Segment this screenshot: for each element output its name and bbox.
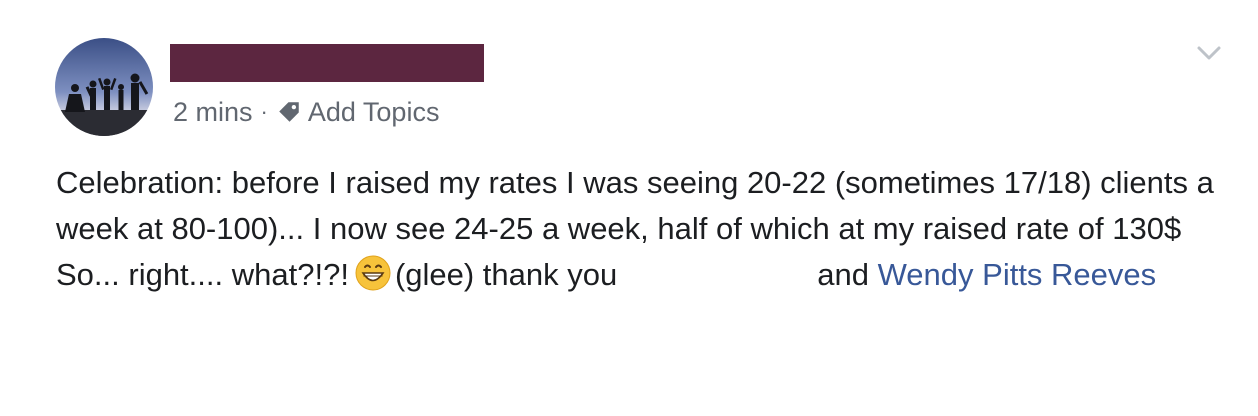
- post-body: Celebration: before I raised my rates I …: [56, 160, 1231, 298]
- post-text-segment: (glee) thank you: [394, 257, 618, 292]
- tag-icon[interactable]: [276, 99, 302, 125]
- meta-separator: ·: [260, 99, 268, 124]
- chevron-down-icon[interactable]: [1194, 42, 1224, 64]
- mention-link[interactable]: Wendy Pitts Reeves: [878, 257, 1157, 292]
- post-card: 2 mins · Add Topics Celebration: before …: [0, 0, 1258, 416]
- add-topics-link[interactable]: Add Topics: [308, 97, 440, 128]
- post-text-segment: and: [817, 257, 869, 292]
- author-name-redacted[interactable]: [170, 44, 484, 82]
- post-text-paragraph-2: So... right.... what?!?! (glee) thank yo…: [56, 252, 1231, 298]
- post-timestamp[interactable]: 2 mins: [173, 97, 253, 128]
- post-text-segment: So... right.... what?!?!: [56, 257, 349, 292]
- post-text-paragraph-1: Celebration: before I raised my rates I …: [56, 165, 1214, 246]
- avatar[interactable]: [55, 38, 153, 136]
- avatar-image: [55, 38, 153, 136]
- grinning-face-icon: [355, 255, 391, 291]
- post-meta: 2 mins · Add Topics: [173, 95, 439, 129]
